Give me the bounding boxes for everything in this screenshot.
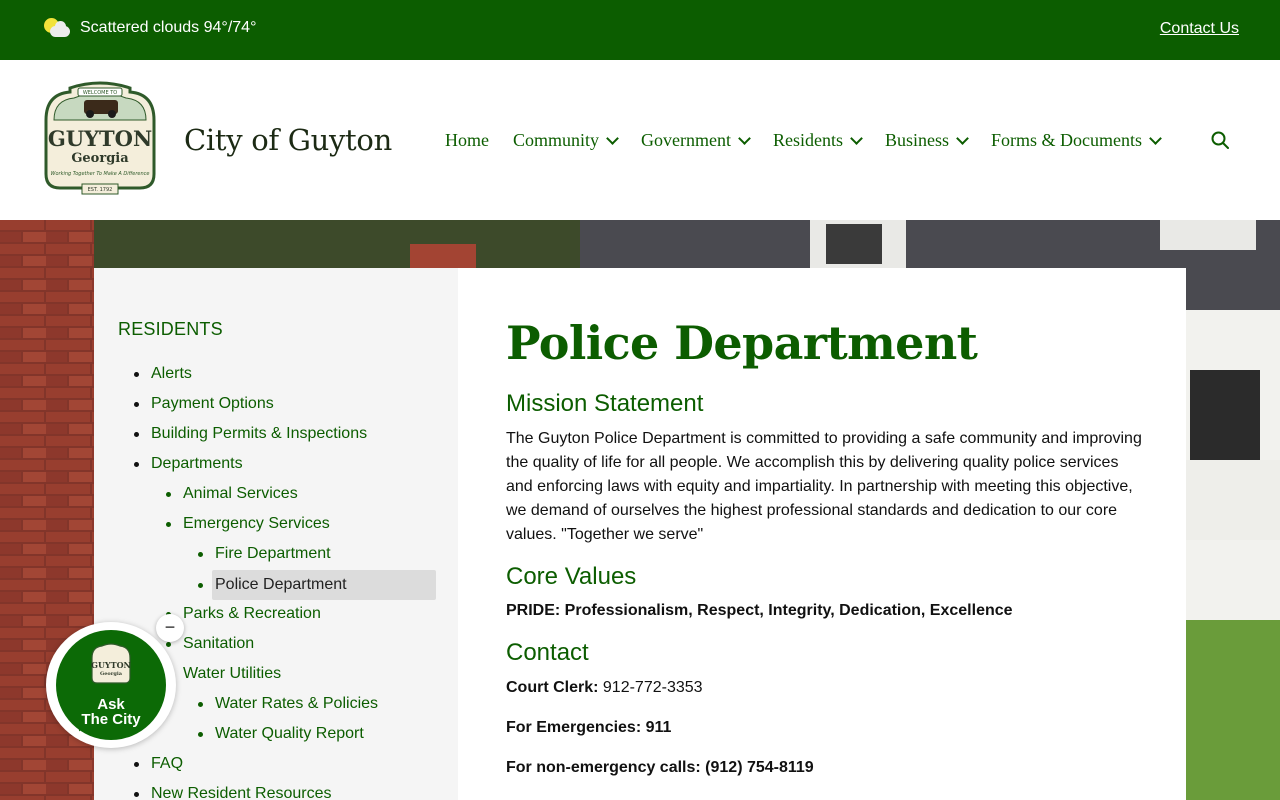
nav-home[interactable]: Home [445, 130, 489, 151]
chat-label-line1: Ask [97, 696, 125, 713]
chat-label: Ask The City [56, 697, 166, 727]
contact-us-link[interactable]: Contact Us [1160, 20, 1239, 38]
nav-forms-documents-label: Forms & Documents [991, 130, 1143, 150]
chevron-down-icon [850, 131, 863, 145]
site-header: WELCOME TO GUYTON Georgia Working Togeth… [0, 60, 1280, 220]
sidebar-item-label: Sanitation [183, 635, 255, 652]
nav-residents-label: Residents [773, 130, 843, 150]
site-title[interactable]: City of Guyton [184, 123, 392, 157]
chat-launcher-button[interactable]: GUYTON Georgia Ask The City [56, 630, 166, 740]
nav-home-label: Home [445, 130, 489, 150]
main-nav: Home Community Government Residents Busi… [445, 130, 1184, 151]
search-icon[interactable] [1211, 131, 1229, 149]
nav-community-label: Community [513, 130, 600, 150]
mission-heading: Mission Statement [506, 390, 704, 417]
chat-city-logo: GUYTON Georgia [91, 643, 131, 684]
sidebar-item-animal-services[interactable]: Animal Services [166, 479, 298, 509]
sidebar-item-label: Payment Options [151, 395, 274, 412]
partly-cloudy-icon [44, 16, 72, 40]
mission-text: The Guyton Police Department is committe… [506, 430, 1142, 543]
sidebar-item-label: Fire Department [215, 545, 331, 562]
emergency-line: For Emergencies: 911 [506, 719, 672, 736]
sidebar-item-emergency-services[interactable]: Emergency Services [166, 509, 330, 539]
core-values-text: PRIDE: Professionalism, Respect, Integri… [506, 602, 1013, 619]
sidebar-item-label: Water Utilities [183, 665, 282, 682]
sidebar-item-departments[interactable]: Departments [134, 449, 243, 479]
sidebar-item-fire-department[interactable]: Fire Department [198, 539, 331, 569]
svg-text:WELCOME TO: WELCOME TO [83, 90, 117, 96]
sidebar-item-label: Water Quality Report [215, 725, 364, 742]
svg-text:Working Together To Make A Dif: Working Together To Make A Difference [51, 171, 150, 177]
non-emergency-line: For non-emergency calls: (912) 754-8119 [506, 759, 814, 776]
sidebar-item-water-utilities[interactable]: Water Utilities [166, 659, 282, 689]
sidebar-item-faq[interactable]: FAQ [134, 749, 184, 779]
sidebar-item-water-rates[interactable]: Water Rates & Policies [198, 689, 379, 719]
nav-government-label: Government [641, 130, 731, 150]
main-content: Police Department Mission Statement The … [458, 268, 1186, 800]
sidebar-item-new-resident-resources[interactable]: New Resident Resources [134, 779, 332, 800]
svg-text:EST. 1792: EST. 1792 [88, 187, 113, 193]
sidebar-item-label: New Resident Resources [151, 785, 332, 800]
sidebar-item-payment-options[interactable]: Payment Options [134, 389, 274, 419]
city-logo[interactable]: WELCOME TO GUYTON Georgia Working Togeth… [40, 80, 160, 198]
chevron-down-icon [956, 131, 969, 145]
weather-widget: Scattered clouds 94°/74° [44, 16, 256, 40]
chevron-down-icon [606, 131, 619, 145]
sidebar-title[interactable]: RESIDENTS [118, 319, 223, 340]
core-values-heading: Core Values [506, 563, 637, 590]
svg-text:GUYTON: GUYTON [48, 126, 152, 151]
sidebar-item-alerts[interactable]: Alerts [134, 359, 192, 389]
sidebar-item-label: Alerts [151, 365, 192, 382]
sidebar-item-label: Water Rates & Policies [215, 695, 379, 712]
nav-business[interactable]: Business [885, 130, 969, 151]
sidebar-item-police-department[interactable]: Police Department [198, 570, 436, 600]
weather-text: Scattered clouds 94°/74° [80, 19, 257, 36]
court-clerk-phone[interactable]: 912-772-3353 [603, 679, 703, 696]
chevron-down-icon [1149, 131, 1162, 145]
chevron-down-icon [738, 131, 751, 145]
svg-text:Georgia: Georgia [71, 151, 129, 166]
nav-forms-documents[interactable]: Forms & Documents [991, 130, 1162, 151]
sidebar-item-building-permits[interactable]: Building Permits & Inspections [134, 419, 368, 449]
sidebar-item-water-quality-report[interactable]: Water Quality Report [198, 719, 364, 749]
sidebar-item-label: Departments [151, 455, 243, 472]
page-title: Police Department [506, 316, 978, 370]
sidebar-item-label: Building Permits & Inspections [151, 425, 368, 442]
sidebar-item-label: FAQ [151, 755, 184, 772]
svg-text:GUYTON: GUYTON [91, 660, 131, 670]
nav-residents[interactable]: Residents [773, 130, 863, 151]
sidebar-item-label: Emergency Services [183, 515, 330, 532]
chat-label-line2: The City [81, 711, 141, 728]
svg-text:Georgia: Georgia [100, 671, 123, 677]
nav-government[interactable]: Government [641, 130, 751, 151]
nav-community[interactable]: Community [513, 130, 619, 151]
court-clerk-label: Court Clerk: [506, 679, 599, 696]
nav-business-label: Business [885, 130, 950, 150]
sidebar-item-label: Animal Services [183, 485, 298, 502]
sidebar-item-label: Police Department [215, 576, 347, 593]
sidebar-item-parks-recreation[interactable]: Parks & Recreation [166, 599, 321, 629]
ask-the-city-chat-widget[interactable]: GUYTON Georgia Ask The City − [46, 614, 184, 748]
court-clerk-line: Court Clerk: 912-772-3353 [506, 679, 703, 697]
minimize-chat-button[interactable]: − [156, 614, 184, 642]
top-bar: Scattered clouds 94°/74° Contact Us [0, 0, 1280, 60]
sidebar-item-sanitation[interactable]: Sanitation [166, 629, 255, 659]
contact-heading: Contact [506, 639, 589, 666]
sidebar-item-label: Parks & Recreation [183, 605, 321, 622]
